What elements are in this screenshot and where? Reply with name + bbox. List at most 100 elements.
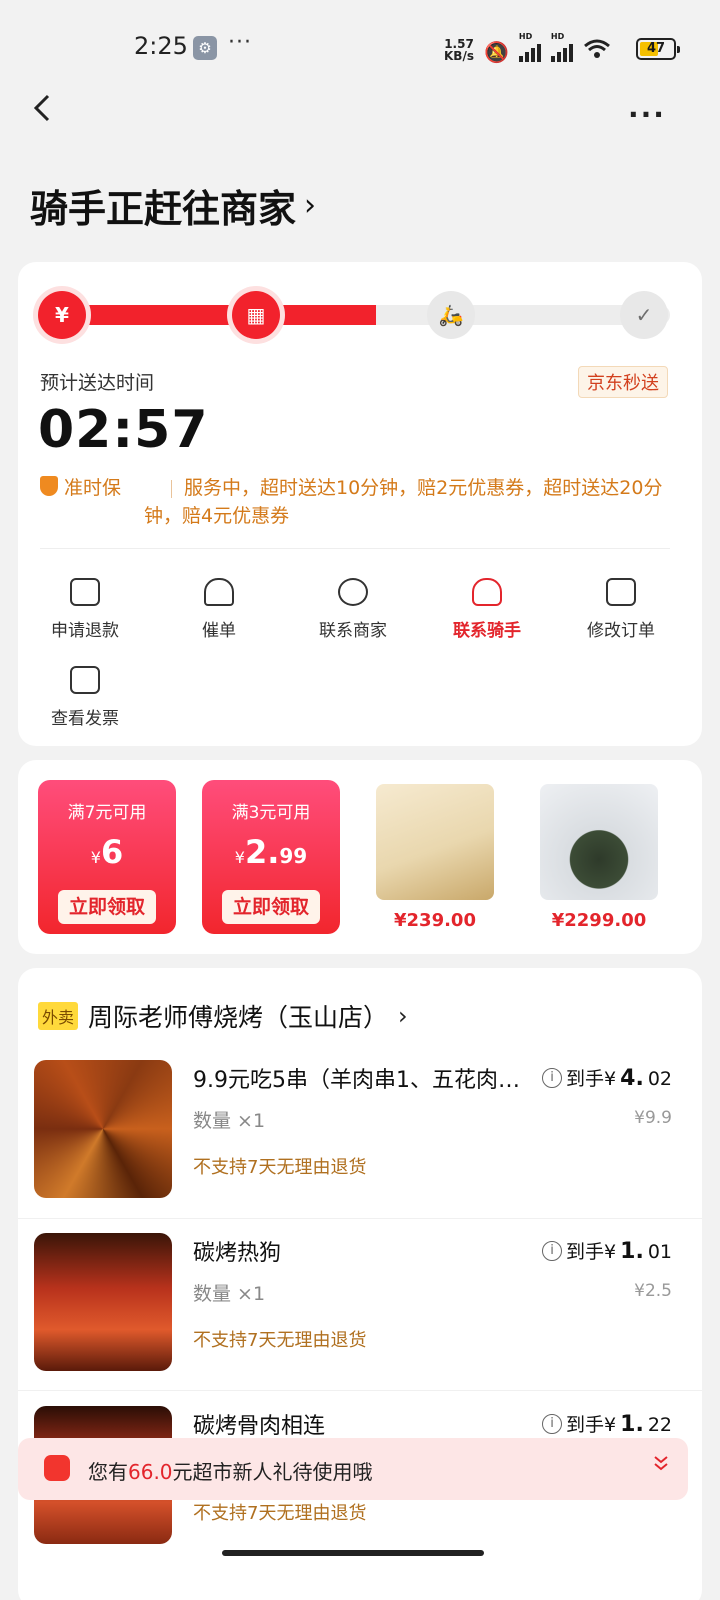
item-final-price: i 到手¥ 4. 02 bbox=[542, 1064, 672, 1091]
order-status-title[interactable]: 骑手正赶往商家 › bbox=[30, 178, 316, 233]
chevron-right-icon: › bbox=[304, 188, 317, 223]
item-final-price: i 到手¥ 1. 22 bbox=[542, 1410, 672, 1437]
item-divider bbox=[18, 1390, 702, 1391]
final-price-main: 4. bbox=[620, 1066, 644, 1091]
product-image-e-scooter bbox=[540, 784, 658, 900]
store-icon: ▦ bbox=[246, 303, 266, 327]
status-bar: 2:25 ⚙ ··· 1.57 KB/s 🔕 HD HD 47 bbox=[0, 0, 720, 100]
guarantee-text: 服务中，超时送达10分钟，赔2元优惠券，超时送达20分钟，赔4元优惠券 bbox=[144, 477, 663, 527]
signal-hd-icon: HD bbox=[550, 32, 573, 62]
contact-shop-label: 联系商家 bbox=[319, 621, 387, 641]
stage-store: ▦ bbox=[232, 291, 280, 339]
banner-text: 您有66.0元超市新人礼待使用哦 bbox=[88, 1456, 373, 1485]
page-title: 骑手正赶往商家 bbox=[30, 187, 297, 231]
coupon-value: 2. bbox=[244, 833, 280, 871]
check-icon: ✓ bbox=[635, 303, 653, 327]
claim-coupon-button[interactable]: 立即领取 bbox=[222, 890, 320, 924]
banner-amount: 66.0 bbox=[128, 1460, 173, 1484]
coupon-card[interactable]: 满3元可用 ¥2.99 立即领取 bbox=[202, 780, 340, 934]
item-image-hot-dog bbox=[34, 1233, 172, 1371]
final-price-decimal: 22 bbox=[647, 1414, 672, 1436]
shop-name: 周际老师傅烧烤（玉山店） bbox=[88, 1003, 389, 1032]
info-icon[interactable]: i bbox=[542, 1413, 563, 1434]
item-name: 碳烤热狗 bbox=[193, 1241, 282, 1266]
coupon-decimal: 99 bbox=[279, 844, 308, 868]
item-return-note: 不支持7天无理由退货 bbox=[193, 1330, 367, 1351]
eta-time: 02:57 bbox=[38, 400, 209, 460]
view-invoice-button[interactable]: 查看发票 bbox=[30, 666, 140, 729]
battery-icon: 47 bbox=[636, 38, 680, 60]
service-badge: 京东秒送 bbox=[578, 366, 668, 398]
item-name: 9.9元吃5串（羊肉串1、五花肉串2、鸡翅尖1...） bbox=[193, 1068, 523, 1093]
status-icons: 🔕 HD HD bbox=[484, 32, 611, 62]
final-price-decimal: 01 bbox=[647, 1241, 672, 1263]
order-item[interactable]: 碳烤热狗 数量 ×1 不支持7天无理由退货 i 到手¥ 1. 01 ¥2.5 bbox=[18, 1233, 702, 1405]
back-arrow-icon bbox=[33, 94, 50, 122]
new-user-gift-banner[interactable]: 您有66.0元超市新人礼待使用哦 bbox=[18, 1438, 688, 1500]
rider-icon bbox=[472, 578, 502, 606]
guarantee-label: 准时保 bbox=[64, 477, 122, 499]
item-final-price: i 到手¥ 1. 01 bbox=[542, 1237, 672, 1264]
info-icon[interactable]: i bbox=[542, 1240, 563, 1261]
scooter-icon: 🛵 bbox=[438, 303, 464, 327]
takeout-tag: 外卖 bbox=[38, 1002, 79, 1030]
item-divider bbox=[18, 1218, 702, 1219]
banner-prefix: 您有 bbox=[88, 1460, 128, 1484]
coupon-amount: ¥6 bbox=[38, 833, 176, 871]
contact-shop-button[interactable]: 联系商家 bbox=[298, 578, 408, 641]
banner-suffix: 元超市新人礼待使用哦 bbox=[172, 1460, 373, 1484]
edit-order-icon bbox=[606, 578, 636, 606]
yuan-icon: ¥ bbox=[55, 303, 69, 327]
wifi-icon bbox=[583, 39, 611, 62]
chevron-right-icon: › bbox=[398, 1002, 408, 1030]
coupon-amount: ¥2.99 bbox=[202, 833, 340, 871]
item-quantity: 数量 ×1 bbox=[193, 1110, 266, 1132]
item-return-note: 不支持7天无理由退货 bbox=[193, 1503, 367, 1524]
network-speed-unit: KB/s bbox=[444, 49, 474, 63]
refund-label: 申请退款 bbox=[51, 621, 119, 641]
coupon-condition: 满3元可用 bbox=[231, 803, 311, 823]
claim-coupon-button[interactable]: 立即领取 bbox=[58, 890, 156, 924]
back-button[interactable] bbox=[30, 90, 70, 130]
shield-icon bbox=[40, 476, 58, 496]
more-dots-icon: ··· bbox=[228, 30, 252, 55]
order-item[interactable]: 9.9元吃5串（羊肉串1、五花肉串2、鸡翅尖1...） 数量 ×1 不支持7天无… bbox=[18, 1060, 702, 1232]
recommended-product[interactable]: ¥2299.00 bbox=[540, 784, 658, 931]
info-icon[interactable]: i bbox=[542, 1067, 563, 1088]
progress-fill bbox=[40, 305, 376, 325]
item-image-skewers bbox=[34, 1060, 172, 1198]
more-options-icon: ··· bbox=[628, 98, 666, 131]
edit-order-label: 修改订单 bbox=[587, 621, 655, 641]
chat-shop-icon bbox=[338, 578, 368, 606]
coupon-card[interactable]: 满7元可用 ¥6 立即领取 bbox=[38, 780, 176, 934]
chevron-down-double-icon[interactable] bbox=[652, 1454, 670, 1472]
more-options-button[interactable]: ··· bbox=[628, 98, 674, 131]
stage-delivering: 🛵 bbox=[427, 291, 475, 339]
item-original-price: ¥2.5 bbox=[634, 1281, 672, 1301]
invoice-icon bbox=[70, 666, 100, 694]
item-quantity: 数量 ×1 bbox=[193, 1283, 266, 1305]
final-price-prefix: 到手¥ bbox=[566, 1414, 617, 1436]
coupon-currency: ¥ bbox=[234, 848, 245, 867]
product-price: ¥2299.00 bbox=[551, 910, 647, 931]
contact-rider-button[interactable]: 联系骑手 bbox=[432, 578, 542, 641]
stage-delivered: ✓ bbox=[620, 291, 668, 339]
edit-order-button[interactable]: 修改订单 bbox=[566, 578, 676, 641]
network-speed: 1.57 KB/s bbox=[444, 38, 474, 62]
urge-order-button[interactable]: 催单 bbox=[164, 578, 274, 641]
final-price-main: 1. bbox=[620, 1412, 644, 1437]
status-time: 2:25 bbox=[134, 32, 188, 60]
final-price-decimal: 02 bbox=[647, 1068, 672, 1090]
gift-icon bbox=[44, 1455, 70, 1481]
view-invoice-label: 查看发票 bbox=[51, 709, 119, 729]
shop-header[interactable]: 外卖 周际老师傅烧烤（玉山店） › bbox=[38, 998, 408, 1034]
refund-button[interactable]: 申请退款 bbox=[30, 578, 140, 641]
coupon-condition: 满7元可用 bbox=[67, 803, 147, 823]
final-price-prefix: 到手¥ bbox=[566, 1068, 617, 1090]
eta-label: 预计送达时间 bbox=[40, 372, 155, 394]
contact-rider-label: 联系骑手 bbox=[453, 621, 521, 641]
item-return-note: 不支持7天无理由退货 bbox=[193, 1157, 367, 1178]
home-indicator[interactable] bbox=[222, 1550, 484, 1556]
recommended-product[interactable]: ¥239.00 bbox=[376, 784, 494, 931]
wrench-icon: ⚙ bbox=[193, 36, 217, 60]
